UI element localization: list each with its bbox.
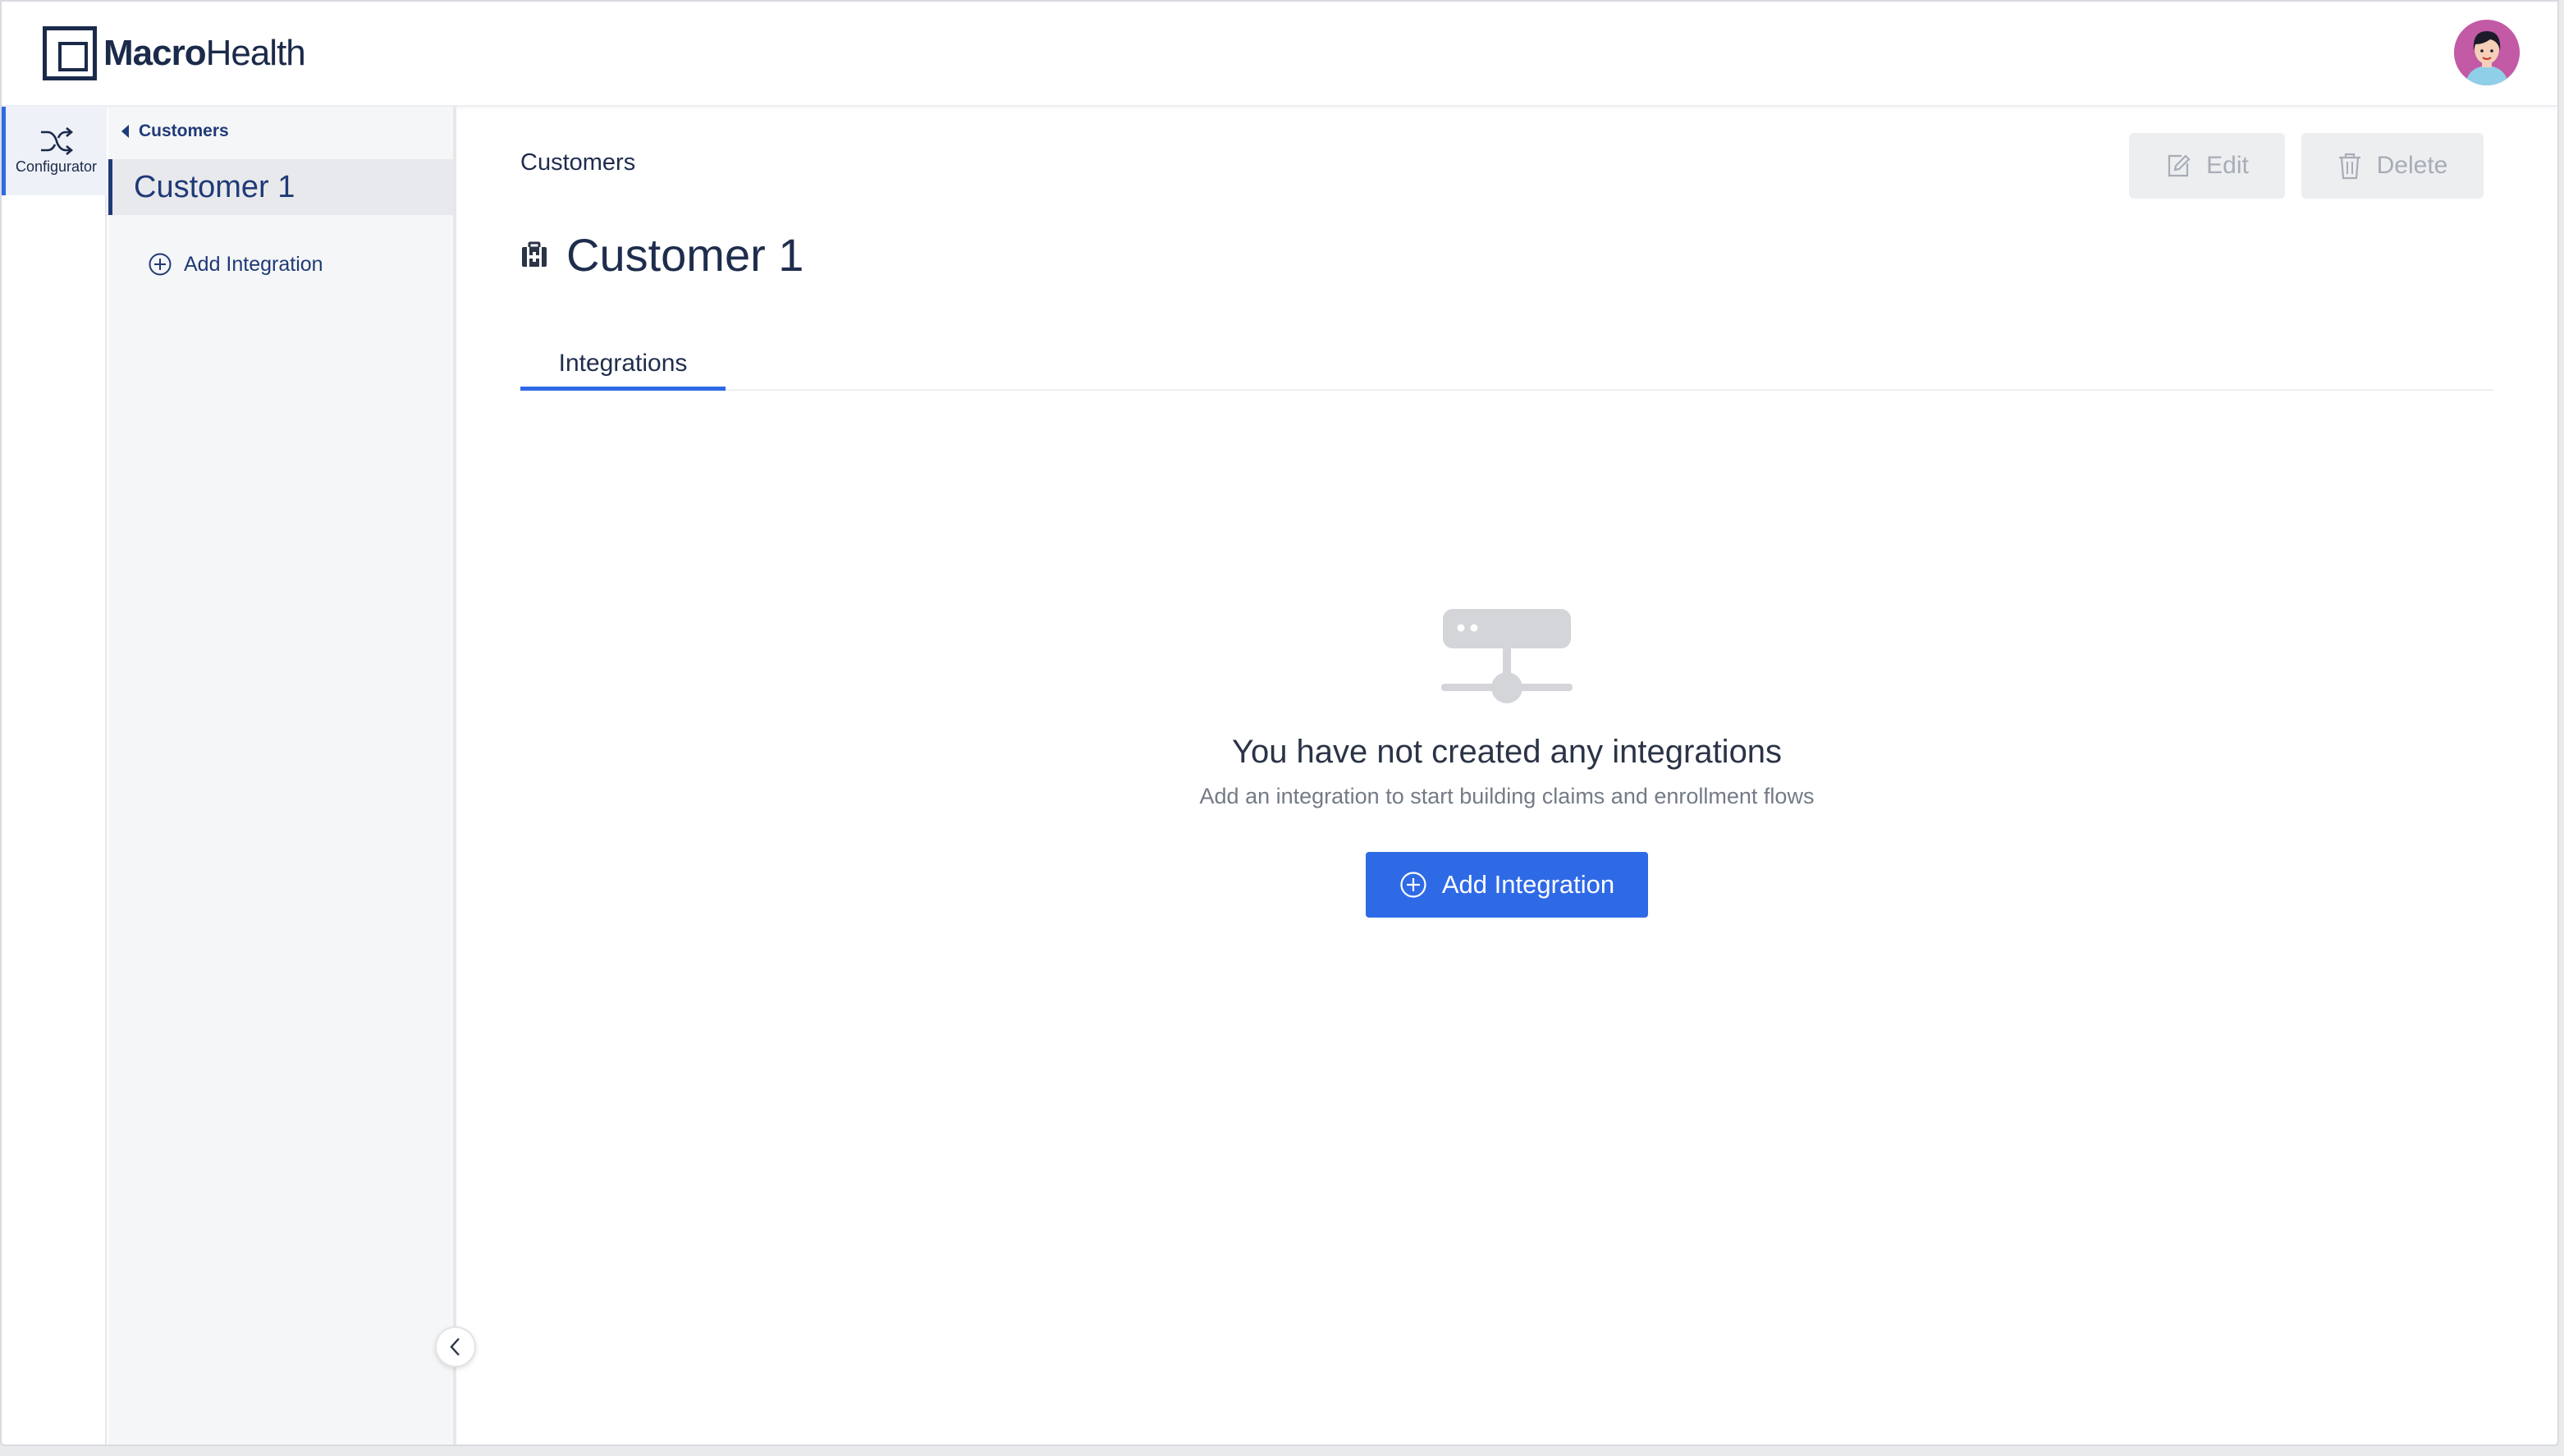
- caret-left-icon: [121, 125, 129, 138]
- sidebar-item-label: Customer 1: [134, 169, 295, 204]
- delete-button[interactable]: Delete: [2301, 133, 2484, 199]
- macrohealth-logo[interactable]: MacroHealth: [43, 25, 306, 82]
- trash-icon: [2338, 153, 2360, 180]
- shuffle-icon: [40, 126, 73, 155]
- page-title: Customer 1: [566, 228, 804, 281]
- plus-circle-icon: [1400, 872, 1426, 898]
- plus-circle-icon: [149, 253, 172, 276]
- main-content: Customers Edit Delete Customer 1 Integra…: [460, 107, 2557, 1445]
- rail-item-configurator[interactable]: Configurator: [2, 107, 107, 195]
- breadcrumb[interactable]: Customers: [520, 149, 635, 176]
- sidebar: Customers Customer 1 Add Integration: [108, 107, 456, 1445]
- logo-mark-icon: [43, 26, 97, 80]
- tab-bar: Integrations: [520, 345, 2493, 391]
- sidebar-item-customer[interactable]: Customer 1: [108, 159, 453, 215]
- icon-rail: Configurator: [2, 107, 107, 1445]
- empty-state: You have not created any integrations Ad…: [520, 607, 2493, 918]
- add-integration-button[interactable]: Add Integration: [1366, 852, 1648, 918]
- sidebar-back-link[interactable]: Customers: [117, 115, 229, 148]
- app-window: MacroHealth Configurator Customers Custo…: [0, 0, 2559, 1446]
- delete-button-label: Delete: [2376, 152, 2448, 179]
- rail-item-label: Configurator: [15, 158, 98, 175]
- avatar-icon: [2454, 20, 2520, 85]
- medical-briefcase-icon: [522, 241, 547, 267]
- page-title-row: Customer 1: [520, 228, 804, 281]
- top-header: MacroHealth: [2, 2, 2557, 107]
- logo-wordmark: MacroHealth: [103, 33, 306, 73]
- sidebar-add-label: Add Integration: [184, 252, 323, 276]
- edit-button[interactable]: Edit: [2129, 133, 2285, 199]
- server-network-icon: [1441, 607, 1573, 709]
- edit-button-label: Edit: [2206, 152, 2249, 179]
- user-avatar[interactable]: [2454, 20, 2520, 85]
- edit-icon: [2168, 154, 2191, 177]
- tab-integrations[interactable]: Integrations: [520, 345, 726, 391]
- empty-state-heading: You have not created any integrations: [1231, 734, 1783, 770]
- sidebar-add-integration[interactable]: Add Integration: [148, 248, 323, 281]
- add-integration-button-label: Add Integration: [1441, 870, 1615, 899]
- empty-state-subtext: Add an integration to start building cla…: [1199, 784, 1815, 808]
- sidebar-back-label: Customers: [139, 121, 229, 140]
